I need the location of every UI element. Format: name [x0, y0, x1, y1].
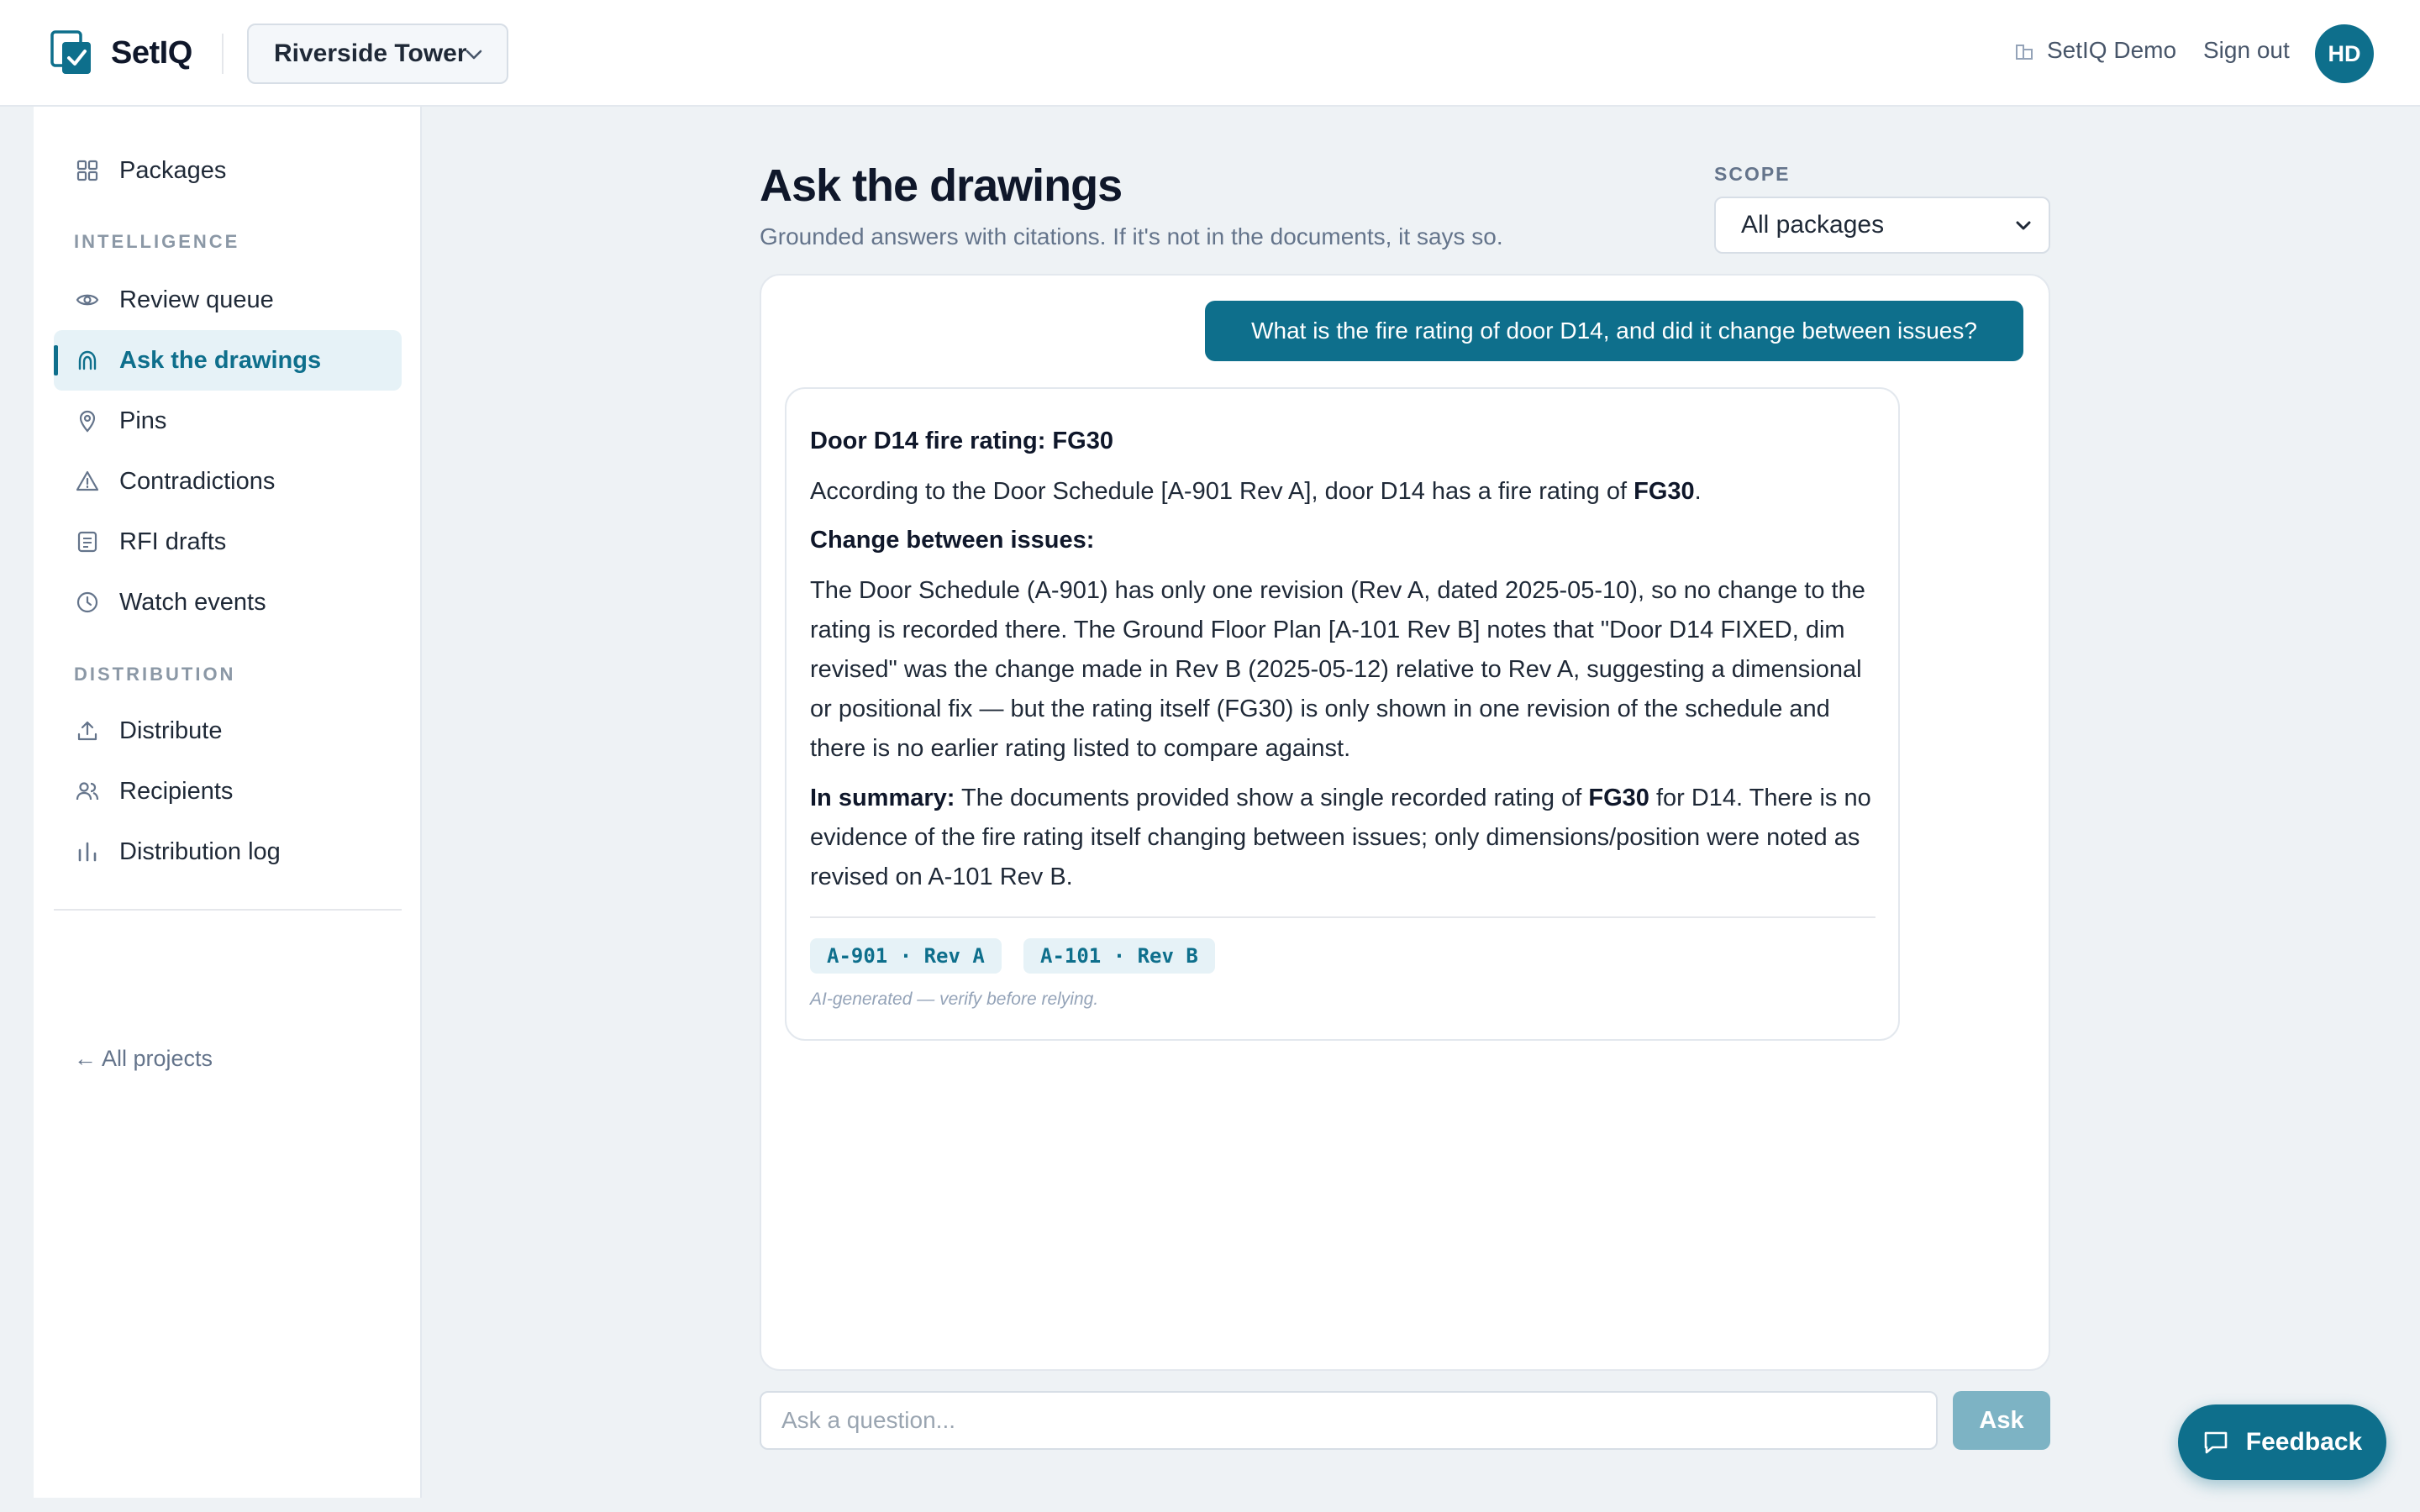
eye-icon [76, 294, 99, 306]
warning-icon [76, 470, 99, 491]
chevron-down-icon [2016, 221, 2031, 230]
ask-button[interactable]: Ask [1953, 1391, 2050, 1450]
answer-title: Door D14 fire rating: FG30 [810, 428, 1113, 454]
sidebar-item-label: Pins [119, 407, 167, 434]
project-selector[interactable]: Riverside Tower [247, 24, 508, 84]
app-name: SetIQ [111, 34, 192, 71]
answer-summary: In summary: The documents provided show … [810, 779, 1877, 897]
section-label-distribution: DISTRIBUTION [74, 664, 236, 685]
sidebar-item-label: RFI drafts [119, 528, 227, 555]
project-name: Riverside Tower [274, 39, 467, 67]
bar-chart-icon [78, 842, 97, 862]
answer-strong: FG30 [1634, 478, 1695, 505]
chat-bubble-icon [2204, 1431, 2228, 1454]
org-indicator: SetIQ Demo [2015, 37, 2176, 64]
sidebar-item-distribution-log[interactable]: Distribution log [54, 822, 402, 882]
clock-icon [76, 591, 98, 613]
scope-select[interactable]: All packages [1714, 197, 2050, 254]
answer-strong: FG30 [1588, 785, 1649, 811]
sidebar-item-ask-the-drawings[interactable]: Ask the drawings [54, 330, 402, 391]
sidebar-divider [54, 909, 402, 911]
citation-chip[interactable]: A-901 · Rev A [810, 938, 1002, 974]
sidebar-item-packages[interactable]: Packages [54, 140, 402, 201]
all-projects-link[interactable]: ← All projects [74, 1046, 213, 1072]
app-logo[interactable]: SetIQ [50, 30, 192, 76]
avatar[interactable]: HD [2315, 24, 2374, 83]
sidebar-item-pins[interactable]: Pins [54, 391, 402, 451]
sidebar-item-label: Review queue [119, 286, 274, 313]
ai-disclaimer: AI-generated — verify before relying. [810, 990, 1099, 1009]
answer-text: The documents provided show a single rec… [955, 785, 1589, 811]
building-icon [2016, 45, 2033, 60]
user-question-bubble: What is the fire rating of door D14, and… [1205, 301, 2023, 361]
document-icon [77, 531, 97, 553]
answer-paragraph: The Door Schedule (A-901) has only one r… [810, 577, 1865, 762]
sidebar-item-rfi-drafts[interactable]: RFI drafts [54, 512, 402, 572]
sidebar-item-label: Distribution log [119, 837, 281, 865]
citation-chip[interactable]: A-101 · Rev B [1023, 938, 1215, 974]
top-bar: SetIQ Riverside Tower SetIQ Demo Sign ou… [0, 0, 2420, 107]
scope-label: SCOPE [1714, 163, 1791, 185]
scope-value: All packages [1741, 211, 1885, 239]
sidebar-item-label: Distribute [119, 717, 223, 744]
sign-out-link[interactable]: Sign out [2203, 37, 2290, 64]
sidebar-item-contradictions[interactable]: Contradictions [54, 451, 402, 512]
logo-icon [50, 30, 91, 74]
answer-heading: Change between issues: [810, 527, 1095, 554]
ask-icon [78, 350, 97, 370]
section-label-intelligence: INTELLIGENCE [74, 231, 240, 252]
question-input[interactable] [760, 1391, 1938, 1450]
feedback-button[interactable]: Feedback [2178, 1404, 2386, 1480]
grid-icon [76, 160, 98, 181]
users-icon [76, 782, 99, 801]
feedback-label: Feedback [2245, 1428, 2363, 1456]
page-title: Ask the drawings [760, 160, 1123, 211]
chevron-down-icon [466, 50, 482, 60]
sidebar-item-label: Ask the drawings [119, 346, 322, 374]
sidebar-item-recipients[interactable]: Recipients [54, 761, 402, 822]
answer-paragraph: According to the Door Schedule [A-901 Re… [810, 472, 1877, 512]
page-subtitle: Grounded answers with citations. If it's… [760, 223, 1503, 249]
sidebar: Packages INTELLIGENCE Review queue Ask t… [34, 107, 422, 1498]
upload-icon [77, 721, 97, 741]
header-divider [222, 34, 224, 74]
sidebar-item-watch-events[interactable]: Watch events [54, 572, 402, 633]
sidebar-item-label: Recipients [119, 777, 234, 805]
answer-divider [810, 916, 1876, 918]
org-name: SetIQ Demo [2047, 37, 2177, 63]
pin-icon [79, 410, 96, 433]
summary-label: In summary: [810, 785, 955, 811]
answer-text: According to the Door Schedule [A-901 Re… [810, 478, 1634, 505]
sidebar-item-label: Watch events [119, 588, 266, 616]
sidebar-item-label: Contradictions [119, 467, 276, 495]
answer-text: . [1694, 478, 1702, 505]
sidebar-item-distribute[interactable]: Distribute [54, 701, 402, 761]
sidebar-item-label: Packages [119, 156, 227, 184]
sidebar-item-review-queue[interactable]: Review queue [54, 270, 402, 330]
